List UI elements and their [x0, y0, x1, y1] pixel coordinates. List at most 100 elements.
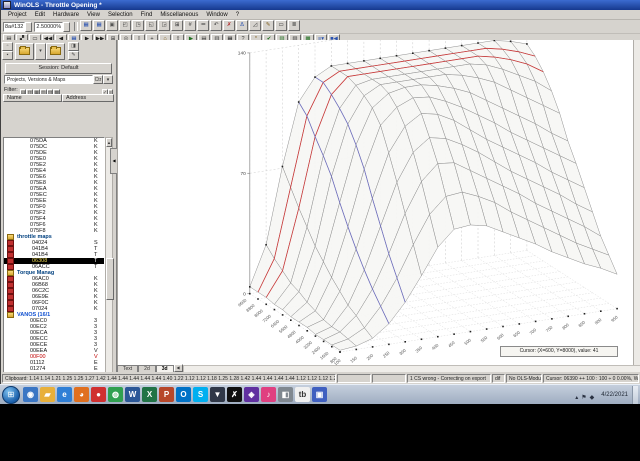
taskbar-app-icon[interactable]: ●: [91, 387, 106, 402]
sidebar-small-button-icon[interactable]: ◨: [68, 42, 79, 51]
status-empty-panel: [337, 373, 371, 383]
map-3d-window: 0 70 140 9600 8800 8000 7200 6400 5600 4800 4000 32…: [117, 40, 640, 365]
taskbar-app-icon[interactable]: ▣: [312, 387, 327, 402]
module-panel: No OLS-Module: [506, 373, 542, 383]
y-tick-label: 4800: [286, 329, 297, 339]
toolbar-button-icon[interactable]: ↶: [210, 19, 223, 31]
y-axis-tick: [265, 303, 267, 306]
x-axis-tick: [600, 310, 602, 312]
taskbar-app-icon[interactable]: ◉: [23, 387, 38, 402]
toolbar-button-icon[interactable]: #: [184, 19, 197, 31]
toolbar-button-icon[interactable]: ▭: [275, 19, 288, 31]
node-marker: [509, 40, 512, 43]
address-field[interactable]: 8a#132: [3, 21, 26, 32]
checksum-panel: 1 CS wrong - Correcting on export: [407, 373, 491, 383]
tab-3d[interactable]: 3d: [155, 365, 174, 372]
taskbar-app-icon[interactable]: e: [57, 387, 72, 402]
taskbar-app-icon[interactable]: ◈: [244, 387, 259, 402]
taskbar-app-icon[interactable]: P: [159, 387, 174, 402]
toolbar-button-icon[interactable]: ✗: [223, 19, 236, 31]
toolbar-button-icon[interactable]: ◲: [158, 19, 171, 31]
taskbar-app-icon[interactable]: ♪: [261, 387, 276, 402]
column-header-address[interactable]: Address: [62, 94, 114, 102]
taskbar-app-icon[interactable]: ✗: [227, 387, 242, 402]
taskbar-app-icon[interactable]: ◍: [108, 387, 123, 402]
sidebar-small-button-icon[interactable]: ✎: [68, 51, 79, 60]
menu-item-project[interactable]: Project: [4, 12, 31, 18]
toolbar-button-icon[interactable]: ◳: [132, 19, 145, 31]
toolbar-button-icon[interactable]: ⊞: [171, 19, 184, 31]
floor-gridline: [412, 267, 504, 327]
tab-nav-left-icon[interactable]: ◀: [173, 364, 183, 372]
import-project-button[interactable]: [46, 42, 65, 60]
y-axis-tick: [298, 324, 300, 327]
toolbar-button-icon[interactable]: ▦: [93, 19, 106, 31]
menu-item-edit[interactable]: Edit: [31, 12, 49, 18]
toolbar-button-icon[interactable]: Δ: [236, 19, 249, 31]
winols-window: WinOLS - Throttle Opening * Project Edit H…: [0, 0, 640, 403]
sidebar-small-button-icon[interactable]: ▪: [2, 51, 13, 60]
node-marker: [281, 165, 284, 168]
y-axis-tick: [306, 330, 308, 332]
toolbar-button-icon[interactable]: ▣: [106, 19, 119, 31]
toolbar-button-icon[interactable]: ≣: [288, 19, 301, 31]
taskbar-app-icon[interactable]: ◕: [74, 387, 89, 402]
x-tick-label: 700: [529, 327, 538, 336]
open-dropdown-button[interactable]: ▾: [35, 42, 46, 60]
scroll-thumb[interactable]: [106, 258, 114, 300]
tab-2d[interactable]: 2d: [138, 365, 156, 372]
toolbar-button-icon[interactable]: ◱: [145, 19, 158, 31]
status-bar: Clipboard: 1.14 1.14 1.21 1.25 1.25 1.27…: [1, 372, 640, 384]
show-desktop-button[interactable]: [632, 385, 638, 404]
tab-text[interactable]: Text: [117, 365, 139, 372]
menu-item-hardware[interactable]: Hardware: [49, 12, 83, 18]
x-axis-tick: [420, 338, 423, 341]
tray-icon[interactable]: ◆: [590, 395, 595, 401]
column-header-name[interactable]: Name: [3, 94, 62, 102]
toolbar-button-icon[interactable]: ≔: [197, 19, 210, 31]
x-axis-tick: [616, 307, 618, 310]
taskbar-app-icon[interactable]: ▰: [40, 387, 55, 402]
tray-clock[interactable]: 4/22/2021: [601, 392, 628, 398]
map-type-letter: T: [94, 264, 98, 270]
node-marker: [444, 47, 447, 49]
taskbar-app-icon[interactable]: X: [142, 387, 157, 402]
taskbar-app-icon[interactable]: W: [125, 387, 140, 402]
tray-icon[interactable]: ▴: [575, 395, 578, 401]
toolbar-button-icon[interactable]: ◿: [249, 19, 262, 31]
x-tick-label: 250: [382, 350, 391, 359]
cursor-status-panel: Cursor: 06390 ++ 100 : 100 ÷ 0 0.00%, Wi…: [543, 373, 639, 383]
node-marker: [526, 43, 528, 45]
toolbar-button-icon[interactable]: ✎: [262, 19, 275, 31]
taskbar-app-icon[interactable]: tb: [295, 387, 310, 402]
zoom-field[interactable]: 2.50000%: [34, 21, 64, 32]
taskbar-app-icon[interactable]: ▼: [210, 387, 225, 402]
taskbar-app-icon[interactable]: S: [193, 387, 208, 402]
toolbar-button-icon[interactable]: ▦: [80, 19, 93, 31]
sidebar-toolbar: ▫ ▪ ▾ ◨ ✎: [1, 40, 116, 62]
tray-icon[interactable]: ⚑: [581, 395, 586, 401]
sidebar-small-button-icon[interactable]: ▫: [2, 42, 13, 51]
filter-label: Filter:: [4, 86, 18, 93]
session-button[interactable]: Session: Default: [5, 63, 112, 74]
z-tick-label: 140: [238, 51, 246, 57]
toolbar-button-icon[interactable]: ◰: [119, 19, 132, 31]
x-axis-tick: [437, 335, 439, 338]
scroll-up-icon[interactable]: ▲: [106, 138, 112, 147]
y-axis-tick: [314, 335, 317, 337]
surface-3d-chart[interactable]: 0 70 140 9600880080007200640056004800400032…: [118, 40, 634, 365]
y-tick-label: 2400: [311, 345, 322, 355]
clipboard-panel: Clipboard: 1.14 1.14 1.21 1.25 1.25 1.27…: [2, 373, 336, 383]
zoom-spinner[interactable]: [63, 21, 71, 32]
address-spinner[interactable]: [25, 21, 33, 32]
open-project-button[interactable]: [15, 42, 34, 60]
folder-icon: [7, 312, 14, 318]
list-vertical-scrollbar[interactable]: ▲ ▼: [105, 137, 114, 391]
start-button[interactable]: ⊞: [2, 385, 20, 404]
chart-vertical-scrollbar[interactable]: [633, 40, 640, 365]
taskbar-app-icon[interactable]: O: [176, 387, 191, 402]
x-axis-tick: [453, 333, 455, 335]
node-marker: [379, 57, 381, 60]
title-bar[interactable]: WinOLS - Throttle Opening *: [1, 0, 640, 10]
taskbar-app-icon[interactable]: ◧: [278, 387, 293, 402]
